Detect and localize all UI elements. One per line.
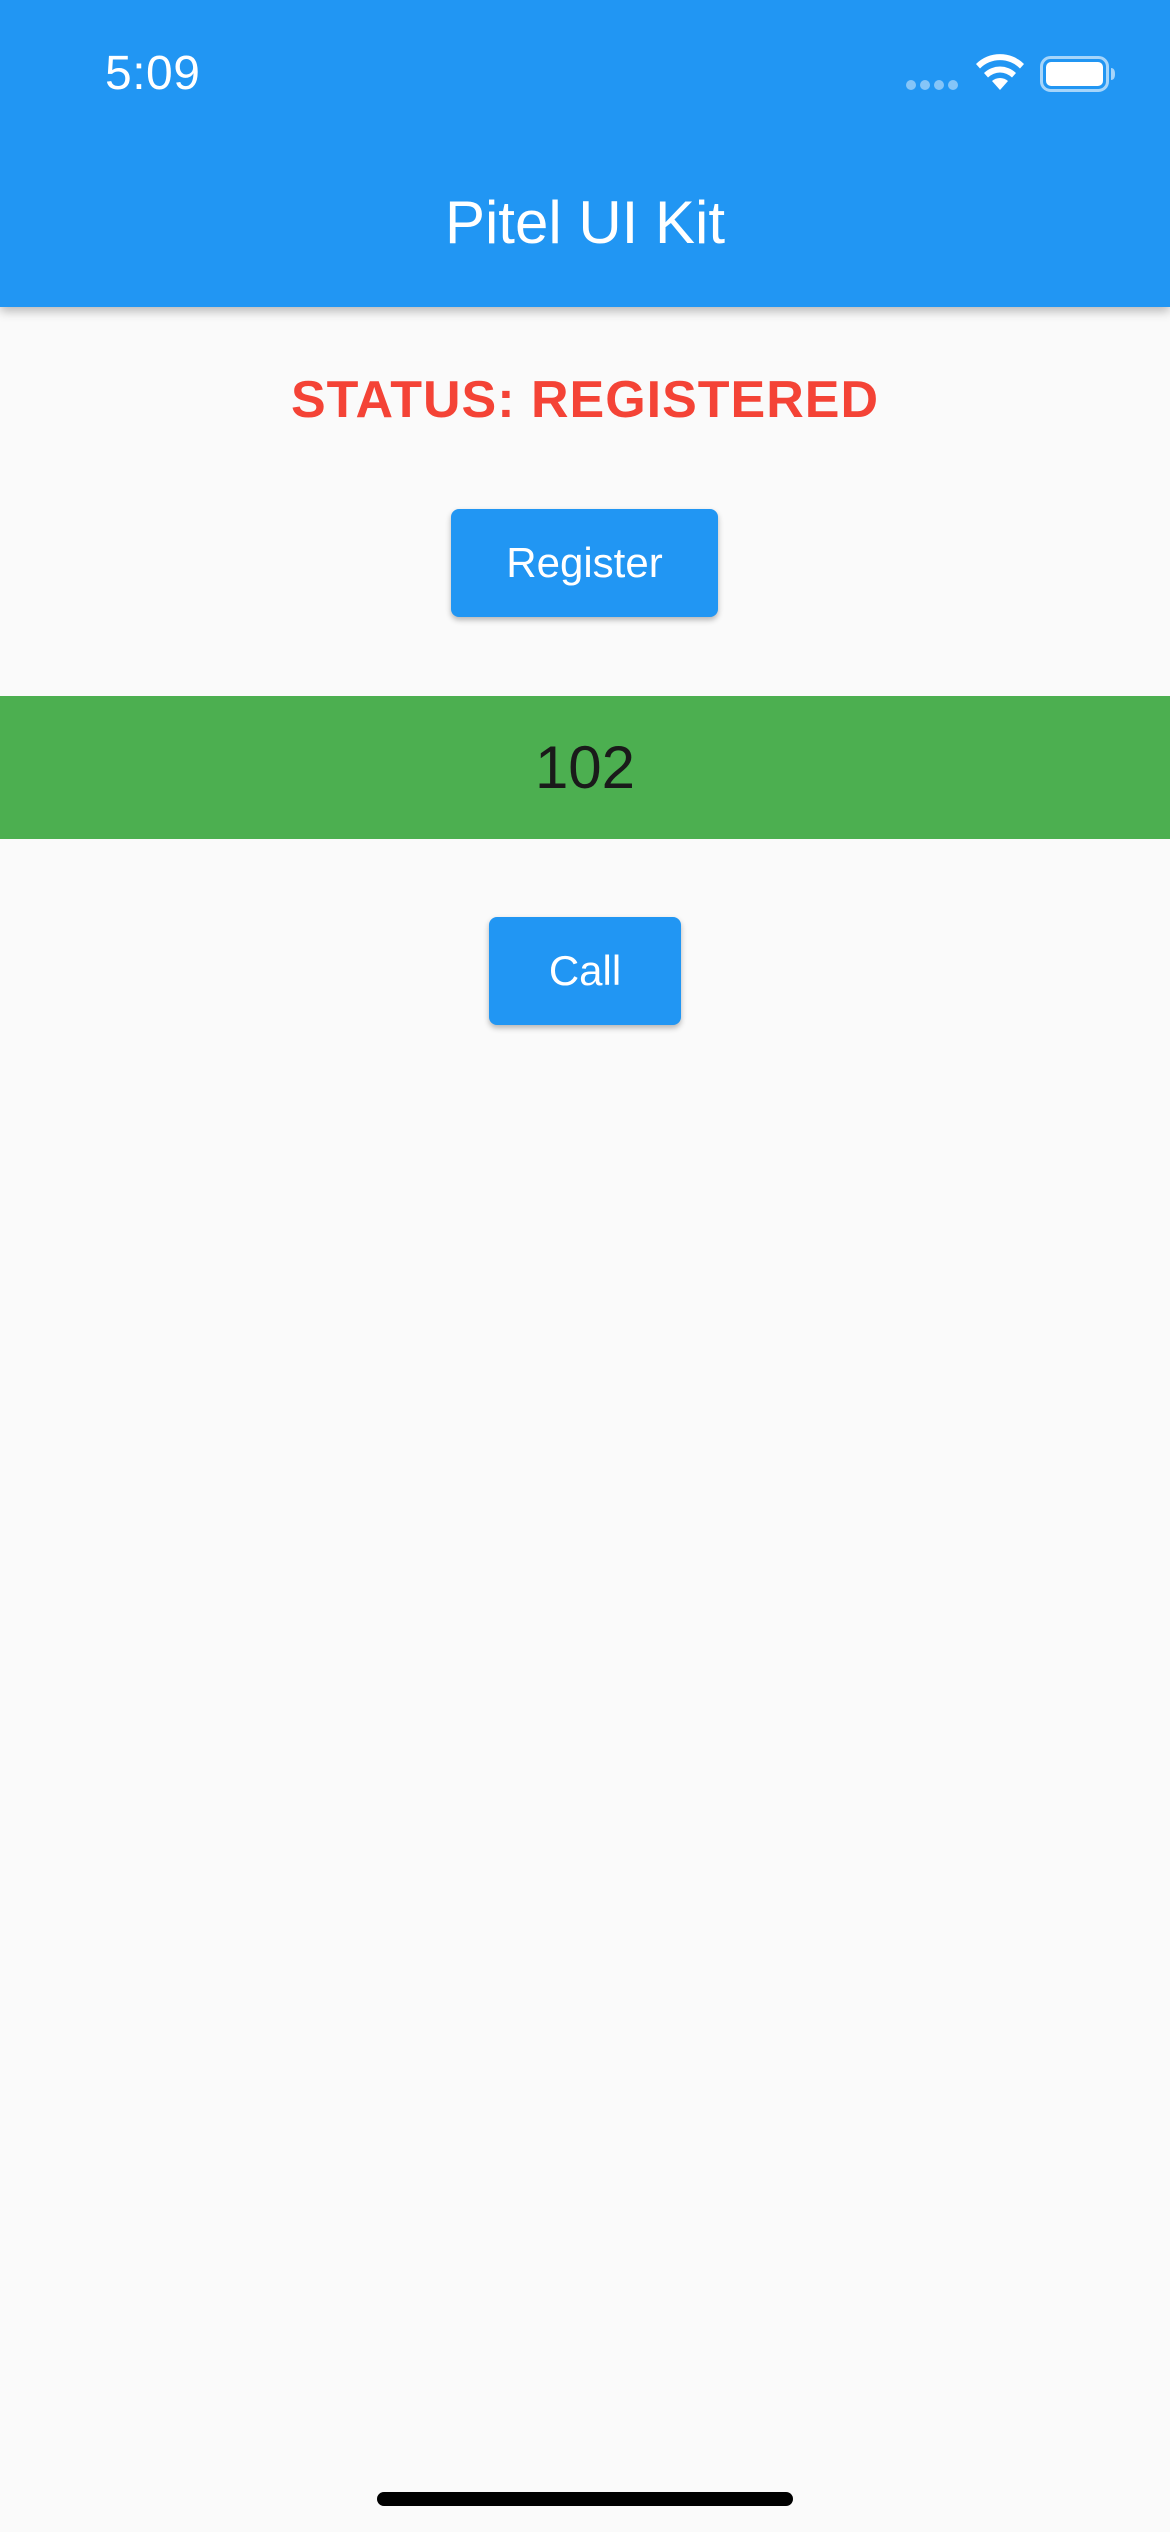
- wifi-icon: [976, 54, 1024, 90]
- page-title: Pitel UI Kit: [444, 189, 726, 256]
- register-button[interactable]: Register: [451, 509, 718, 617]
- battery-icon: [1040, 56, 1115, 92]
- home-indicator: [377, 2492, 793, 2506]
- status-bar-time: 5:09: [105, 47, 201, 100]
- registration-status-text: STATUS: REGISTERED: [290, 371, 880, 429]
- call-button[interactable]: Call: [489, 917, 681, 1025]
- phone-number-input[interactable]: [0, 696, 1170, 839]
- app-bar: 5:09 Pitel UI Kit: [0, 0, 1170, 307]
- signal-icon: [906, 80, 958, 92]
